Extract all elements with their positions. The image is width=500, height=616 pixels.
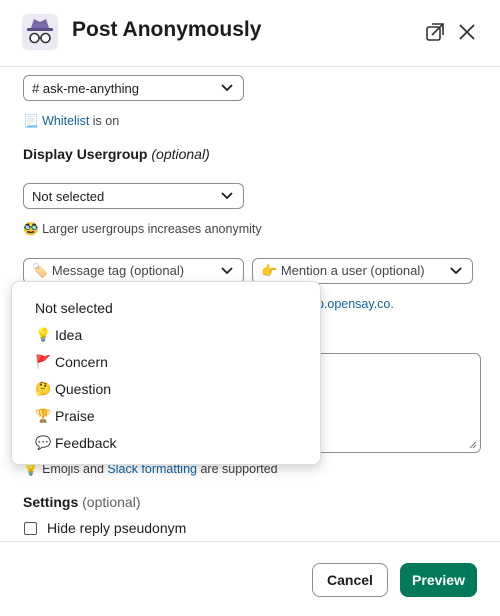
menu-item-idea[interactable]: 💡 Idea (12, 321, 320, 348)
preview-button[interactable]: Preview (400, 563, 477, 597)
message-tag-text: Message tag (optional) (51, 263, 185, 278)
menu-item-question[interactable]: 🤔 Question (12, 375, 320, 402)
page-emoji-icon: 📃 (23, 114, 39, 128)
usergroup-select-value: Not selected (32, 188, 105, 204)
opensay-link[interactable]: pp.opensay.co. (310, 297, 394, 311)
menu-item-label: Feedback (55, 434, 117, 451)
menu-item-concern[interactable]: 🚩 Concern (12, 348, 320, 375)
modal-header: Post Anonymously (0, 0, 500, 67)
usergroup-heading: Display Usergroup (optional) (23, 146, 210, 162)
whitelist-status: 📃 Whitelist is on (23, 114, 119, 129)
modal-footer: Cancel Preview (0, 541, 500, 616)
resize-handle-icon[interactable] (469, 441, 477, 449)
menu-item-label: Not selected (35, 299, 113, 316)
chevron-down-icon (221, 192, 233, 200)
usergroup-hint-text: Larger usergroups increases anonymity (42, 222, 262, 236)
usergroup-optional: (optional) (151, 146, 210, 162)
modal-title: Post Anonymously (72, 18, 262, 41)
mention-user-text: Mention a user (optional) (280, 263, 425, 278)
disguise-emoji-icon: 🥸 (23, 222, 39, 236)
settings-heading: Settings (optional) (23, 494, 141, 510)
menu-item-praise[interactable]: 🏆 Praise (12, 402, 320, 429)
hide-reply-label[interactable]: Hide reply pseudonym (47, 520, 186, 536)
cancel-button[interactable]: Cancel (312, 563, 388, 597)
whitelist-suffix: is on (89, 114, 120, 128)
speech-bubble-emoji-icon: 💬 (35, 434, 52, 450)
message-tag-placeholder: 🏷️ Message tag (optional) (32, 263, 184, 279)
menu-item-not-selected[interactable]: Not selected (12, 294, 320, 321)
chevron-down-icon (450, 267, 462, 275)
bulb-emoji-icon: 💡 (35, 326, 52, 342)
whitelist-link[interactable]: Whitelist (42, 114, 89, 128)
usergroup-select[interactable]: Not selected (23, 183, 244, 209)
pointing-emoji-icon: 👉 (261, 263, 278, 278)
settings-optional: (optional) (82, 494, 141, 510)
channel-select-value: # ask-me-anything (32, 80, 139, 96)
chevron-down-icon (221, 84, 233, 92)
popout-icon[interactable] (423, 20, 447, 44)
thinking-emoji-icon: 🤔 (35, 380, 52, 396)
hide-reply-checkbox[interactable] (24, 522, 37, 535)
settings-heading-text: Settings (23, 494, 79, 510)
message-textarea[interactable] (305, 353, 481, 453)
chevron-down-icon (221, 267, 233, 275)
trophy-emoji-icon: 🏆 (35, 407, 52, 423)
menu-item-label: Concern (55, 353, 108, 370)
usergroup-hint: 🥸 Larger usergroups increases anonymity (23, 222, 262, 237)
incognito-icon (22, 14, 58, 50)
menu-item-label: Idea (55, 326, 83, 343)
message-tag-menu: Not selected 💡 Idea 🚩 Concern 🤔 Question… (11, 281, 321, 465)
mention-user-placeholder: 👉 Mention a user (optional) (261, 263, 425, 279)
menu-item-label: Question (55, 380, 112, 397)
channel-select[interactable]: # ask-me-anything (23, 75, 244, 101)
menu-item-feedback[interactable]: 💬 Feedback (12, 429, 320, 456)
usergroup-heading-text: Display Usergroup (23, 146, 148, 162)
tag-emoji-icon: 🏷️ (32, 263, 49, 278)
close-icon[interactable] (455, 20, 479, 44)
menu-item-label: Praise (55, 407, 95, 424)
flag-emoji-icon: 🚩 (35, 353, 52, 369)
